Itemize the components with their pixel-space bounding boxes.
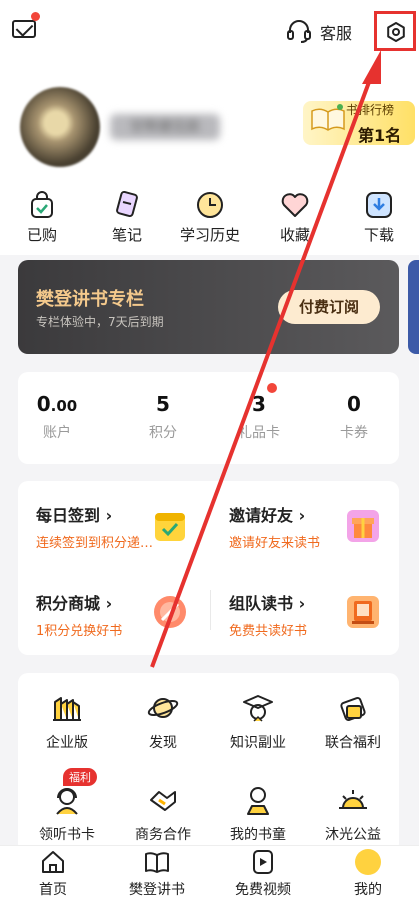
mine-face-icon — [355, 849, 381, 875]
service-enterprise[interactable]: 企业版 — [27, 692, 107, 752]
avatar[interactable] — [20, 87, 100, 167]
coupon-icon — [340, 696, 366, 722]
stat-value-decimal: .00 — [50, 397, 78, 415]
service-label: 领听书卡 — [39, 827, 95, 843]
graduation-cap-icon — [243, 695, 273, 722]
download-icon — [366, 192, 392, 218]
gift-card-notification-dot — [267, 383, 277, 393]
subscribe-button[interactable]: 付费订阅 — [278, 290, 380, 324]
settings-icon[interactable] — [386, 22, 406, 42]
headset-icon[interactable] — [286, 18, 312, 44]
sunrise-icon — [339, 790, 367, 809]
service-label: 我的书童 — [230, 827, 286, 843]
service-business-cooperation[interactable]: 商务合作 — [123, 784, 203, 844]
book-stand-icon — [347, 596, 379, 628]
rank-title: 书排行榜 — [346, 103, 395, 117]
rank-value: 第1名 — [358, 126, 402, 145]
quick-action-history[interactable]: 学习历史 — [176, 190, 244, 245]
task-group-reading[interactable]: 组队读书 › 免费共读好书 — [229, 590, 307, 639]
service-label: 联合福利 — [325, 735, 381, 751]
tab-fandeng-book[interactable]: 樊登讲书 — [115, 849, 199, 899]
task-invite-friends[interactable]: 邀请好友 › 邀请好友来读书 — [229, 502, 320, 551]
quick-action-label: 已购 — [26, 226, 57, 244]
service-muguang-charity[interactable]: 沐光公益 — [313, 784, 393, 844]
task-title: 每日签到 — [36, 506, 101, 525]
service-discover[interactable]: 发现 — [123, 692, 203, 752]
tab-label: 免费视频 — [235, 882, 291, 898]
quick-action-favorites[interactable]: 收藏 — [261, 190, 329, 245]
quick-action-label: 下载 — [363, 226, 394, 244]
service-label: 知识副业 — [230, 735, 286, 751]
quick-action-notes[interactable]: 笔记 — [93, 190, 161, 245]
stat-coupons[interactable]: 0 卡券 — [314, 392, 394, 442]
tab-free-video[interactable]: 免费视频 — [221, 849, 305, 899]
banner-title: 樊登讲书专栏 — [36, 289, 144, 310]
home-icon — [42, 851, 64, 873]
building-icon — [53, 697, 81, 721]
open-book-icon — [311, 104, 345, 131]
quick-action-label: 收藏 — [279, 226, 310, 244]
stat-label: 礼品卡 — [238, 425, 280, 441]
service-knowledge-sideline[interactable]: 知识副业 — [218, 692, 298, 752]
task-divider — [210, 590, 211, 630]
task-title: 邀请好友 — [229, 506, 294, 525]
service-label: 商务合作 — [135, 827, 191, 843]
stat-label: 卡券 — [340, 425, 368, 441]
mail-notification-dot — [31, 12, 40, 21]
calendar-check-icon — [155, 513, 185, 541]
headphone-person-icon — [56, 788, 78, 815]
quick-action-purchased[interactable]: 已购 — [8, 190, 76, 245]
task-title: 积分商城 — [36, 594, 101, 613]
stat-value: 0 — [36, 392, 51, 416]
video-play-icon — [253, 850, 273, 874]
quick-action-label: 学习历史 — [179, 226, 240, 244]
service-my-book-kid[interactable]: 我的书童 — [218, 784, 298, 844]
heart-icon — [281, 193, 309, 217]
welfare-badge: 福利 — [63, 768, 97, 786]
task-subtitle: 连续签到到积分递… — [36, 536, 154, 551]
stat-gift-card[interactable]: 3 礼品卡 — [219, 392, 299, 442]
stat-value: 0 — [347, 392, 361, 416]
tab-label: 我的 — [354, 882, 382, 898]
task-points-mall[interactable]: 积分商城 › 1积分兑换好书 — [36, 590, 122, 639]
stat-label: 积分 — [149, 425, 177, 441]
tab-label: 樊登讲书 — [129, 882, 185, 898]
service-label: 企业版 — [46, 735, 88, 751]
child-reader-icon — [247, 787, 269, 815]
planet-icon — [147, 698, 179, 718]
tab-home[interactable]: 首页 — [11, 849, 95, 899]
mail-icon[interactable] — [12, 20, 36, 38]
stat-label: 账户 — [43, 425, 71, 441]
stat-value: 5 — [156, 392, 170, 416]
handshake-icon — [150, 791, 176, 811]
task-subtitle: 1积分兑换好书 — [36, 624, 123, 639]
open-book-icon — [145, 852, 169, 873]
bag-check-icon — [31, 191, 53, 218]
next-banner-card[interactable] — [408, 260, 419, 354]
customer-service-label[interactable]: 客服 — [320, 20, 352, 44]
gift-icon — [347, 510, 379, 542]
stat-points[interactable]: 5 积分 — [123, 392, 203, 442]
clock-icon — [197, 192, 223, 218]
top-bar — [0, 0, 419, 62]
service-label: 沐光公益 — [325, 827, 381, 843]
service-joint-welfare[interactable]: 联合福利 — [313, 692, 393, 752]
service-label: 发现 — [149, 735, 177, 751]
username[interactable]: 甘熊健见辰 — [110, 114, 220, 140]
quick-action-label: 笔记 — [111, 226, 142, 244]
task-title: 组队读书 — [229, 594, 294, 613]
task-subtitle: 免费共读好书 — [229, 624, 308, 639]
banner-subtitle: 专栏体验中，7天后到期 — [36, 315, 164, 329]
note-pen-icon — [116, 190, 138, 218]
stat-value: 3 — [252, 392, 266, 416]
task-daily-checkin[interactable]: 每日签到 › 连续签到到积分递… — [36, 502, 153, 551]
tab-label: 首页 — [39, 882, 67, 898]
points-coin-icon — [154, 596, 186, 628]
task-subtitle: 邀请好友来读书 — [229, 536, 321, 551]
tab-mine[interactable]: 我的 — [326, 849, 410, 899]
quick-action-download[interactable]: 下载 — [345, 190, 413, 245]
stat-account[interactable]: 0.00 账户 — [17, 392, 97, 442]
service-audiobook-card[interactable]: 领听书卡 — [27, 784, 107, 844]
